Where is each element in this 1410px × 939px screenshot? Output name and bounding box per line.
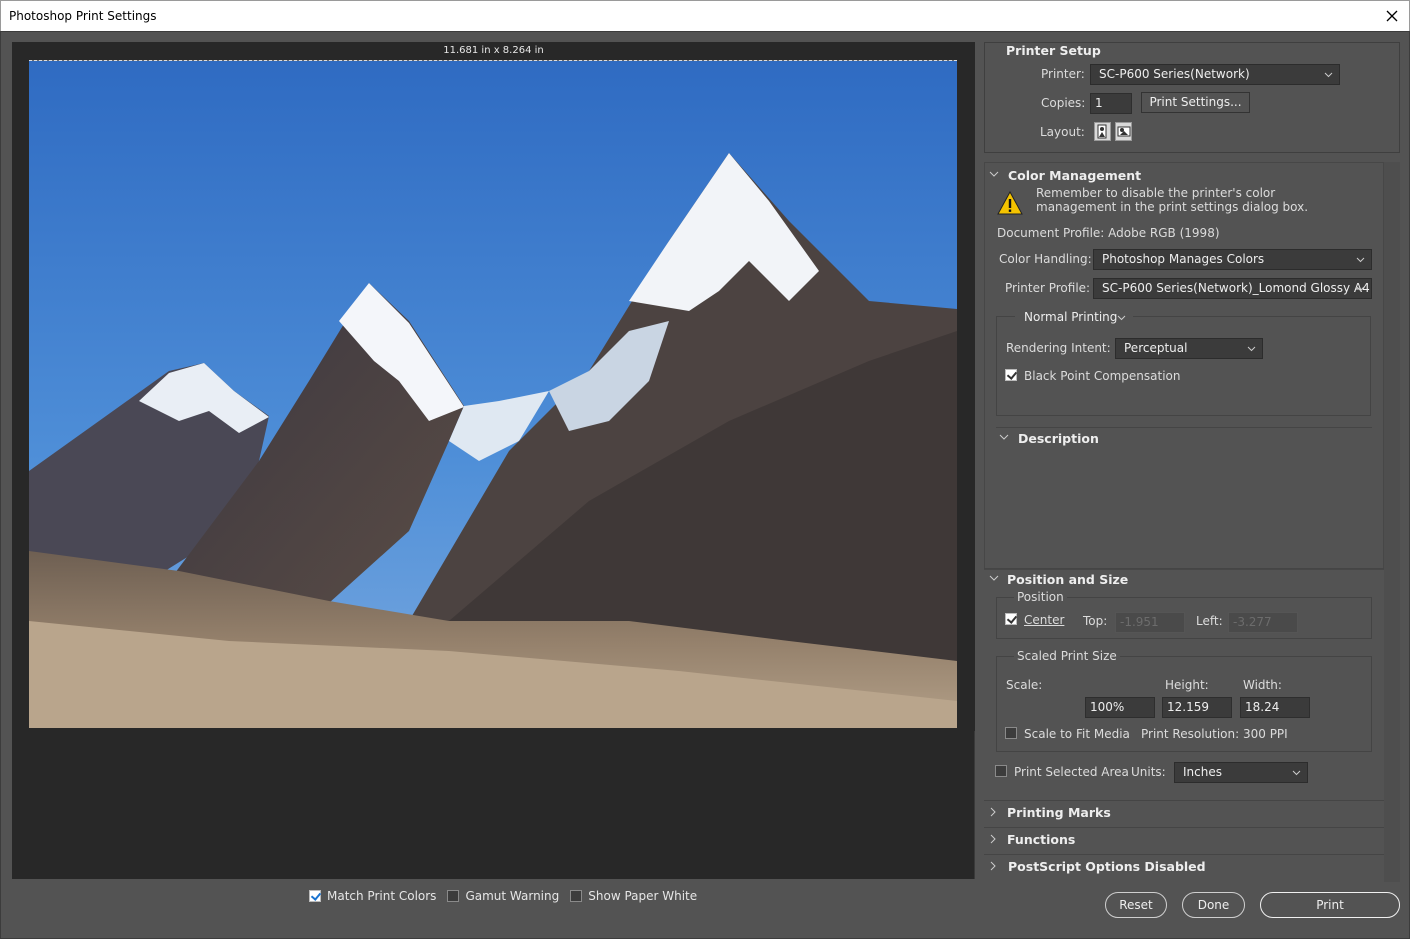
scaled-print-size-label: Scaled Print Size [1014,649,1120,663]
top-input[interactable]: -1.951 [1115,612,1185,633]
color-handling-label: Color Handling: [999,252,1092,266]
printer-select[interactable]: SC-P600 Series(Network) [1090,64,1340,85]
mountain-photo [29,61,957,728]
gamut-warning-option[interactable]: Gamut Warning [447,889,559,903]
width-label: Width: [1243,678,1282,692]
scale-to-fit-label: Scale to Fit Media [1024,727,1130,741]
chevron-right-icon[interactable] [988,834,998,844]
done-button[interactable]: Done [1182,892,1245,918]
height-label: Height: [1165,678,1209,692]
scale-input[interactable]: 100% [1085,697,1155,718]
warning-icon [997,191,1023,215]
printer-value: SC-P600 Series(Network) [1099,67,1250,81]
center-label: Center [1024,613,1065,627]
warning-text-line2: management in the print settings dialog … [1036,200,1309,214]
printing-mode-value: Normal Printing [1024,310,1118,324]
chevron-down-icon [1356,286,1365,292]
units-value: Inches [1183,765,1222,779]
landscape-layout-icon[interactable] [1115,122,1132,141]
printer-profile-value: SC-P600 Series(Network)_Lomond Glossy A4… [1102,281,1372,295]
printing-mode-group [996,316,1371,416]
match-print-colors-label: Match Print Colors [327,889,437,903]
description-divider [996,427,1372,428]
close-icon [1386,10,1398,22]
center-checkbox[interactable] [1005,613,1017,625]
rendering-intent-select[interactable]: Perceptual [1115,338,1263,359]
reset-button[interactable]: Reset [1105,892,1167,918]
width-input[interactable]: 18.24 [1240,697,1310,718]
left-label: Left: [1196,614,1223,628]
close-button[interactable] [1375,1,1409,31]
printing-marks-title[interactable]: Printing Marks [1007,805,1111,820]
show-paper-white-checkbox[interactable] [570,890,583,902]
chevron-down-icon [1324,72,1333,78]
color-handling-value: Photoshop Manages Colors [1102,252,1265,266]
gamut-warning-label: Gamut Warning [465,889,560,903]
document-profile: Document Profile: Adobe RGB (1998) [997,226,1220,240]
print-selected-area-label: Print Selected Area [1014,765,1129,779]
window-title: Photoshop Print Settings [9,9,157,23]
printer-label: Printer: [1041,67,1085,81]
black-point-checkbox[interactable] [1005,369,1017,381]
rendering-intent-label: Rendering Intent: [1006,341,1111,355]
functions-divider [984,827,1384,828]
print-settings-dialog: 11.681 in x 8.264 in Match Print Colors … [0,31,1410,939]
postscript-title[interactable]: PostScript Options Disabled [1008,859,1206,874]
copies-input[interactable]: 1 [1090,93,1132,114]
units-select[interactable]: Inches [1174,762,1308,783]
chevron-down-icon[interactable] [989,169,999,179]
print-preview: 11.681 in x 8.264 in [12,42,975,879]
height-input[interactable]: 12.159 [1162,697,1232,718]
print-settings-button[interactable]: Print Settings... [1141,92,1250,113]
show-paper-white-label: Show Paper White [588,889,698,903]
position-divider [984,568,1384,569]
scale-to-fit-checkbox[interactable] [1005,727,1017,739]
warning-text-line1: Remember to disable the printer's color [1036,186,1276,200]
match-print-colors-option[interactable]: Match Print Colors [309,889,436,903]
printing-mode-select[interactable]: Normal Printing [1015,307,1133,328]
units-label: Units: [1131,765,1166,779]
top-label: Top: [1083,614,1108,628]
copies-label: Copies: [1041,96,1086,110]
printer-profile-select[interactable]: SC-P600 Series(Network)_Lomond Glossy A4… [1093,278,1372,299]
chevron-down-icon[interactable] [989,573,999,583]
print-button[interactable]: Print [1260,892,1400,918]
print-resolution: Print Resolution: 300 PPI [1141,727,1288,741]
title-bar: Photoshop Print Settings [0,0,1410,31]
layout-label: Layout: [1040,125,1085,139]
black-point-label: Black Point Compensation [1024,369,1181,383]
print-selected-area-checkbox[interactable] [995,765,1007,777]
description-title[interactable]: Description [1018,431,1099,446]
functions-title[interactable]: Functions [1007,832,1075,847]
chevron-right-icon[interactable] [988,861,998,871]
show-paper-white-option[interactable]: Show Paper White [570,889,697,903]
rendering-intent-value: Perceptual [1124,341,1188,355]
settings-panel: Printer Setup Printer: SC-P600 Series(Ne… [984,42,1400,882]
printing-marks-divider [984,800,1384,801]
chevron-right-icon[interactable] [988,807,998,817]
paper-size-label: 11.681 in x 8.264 in [443,45,544,56]
chevron-down-icon [1247,346,1256,352]
left-input[interactable]: -3.277 [1228,612,1298,633]
chevron-down-icon [1117,315,1126,321]
preview-splitter [974,731,975,879]
postscript-divider [984,854,1384,855]
chevron-down-icon [1356,257,1365,263]
preview-image[interactable] [29,60,957,728]
color-management-title[interactable]: Color Management [1008,168,1141,183]
settings-scrollbar[interactable] [1384,162,1400,882]
position-size-title[interactable]: Position and Size [1007,572,1128,587]
portrait-layout-icon[interactable] [1094,122,1111,141]
printer-setup-title: Printer Setup [1006,43,1101,58]
scale-label: Scale: [1006,678,1043,692]
match-print-colors-checkbox[interactable] [309,890,321,902]
position-group-label: Position [1014,590,1067,604]
color-handling-select[interactable]: Photoshop Manages Colors [1093,249,1372,270]
gamut-warning-checkbox[interactable] [447,890,460,902]
chevron-down-icon[interactable] [999,432,1009,442]
chevron-down-icon [1292,770,1301,776]
preview-options: Match Print Colors Gamut Warning Show Pa… [309,889,708,903]
printer-profile-label: Printer Profile: [1005,281,1091,295]
